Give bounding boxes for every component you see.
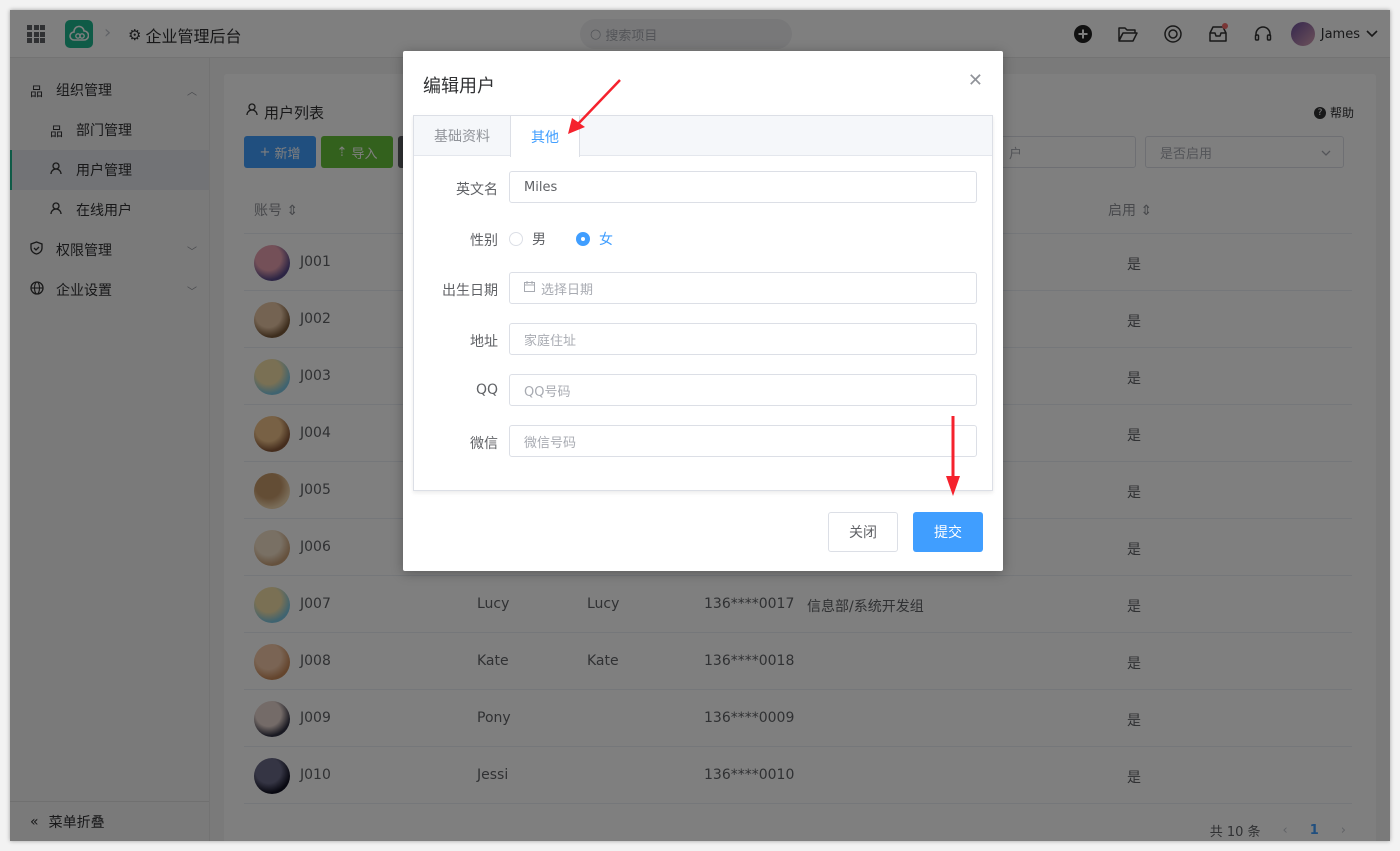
gender-female-radio[interactable]: 女	[576, 229, 613, 249]
birthday-placeholder: 选择日期	[541, 282, 594, 298]
birthday-date-picker[interactable]: 选择日期	[509, 272, 977, 304]
qq-label: QQ	[475, 382, 498, 398]
radio-circle	[576, 232, 590, 246]
gender-row: 性别 男 女	[414, 222, 992, 254]
birthday-label: 出生日期	[442, 283, 498, 299]
submit-button[interactable]: 提交	[913, 512, 983, 552]
gender-label: 性别	[470, 233, 498, 249]
radio-circle	[509, 232, 523, 246]
close-icon[interactable]: ✕	[968, 70, 983, 91]
wechat-row: 微信 微信号码	[414, 425, 992, 457]
gender-radio-group: 男 女	[509, 229, 613, 249]
tab-other[interactable]: 其他	[510, 116, 580, 157]
calendar-icon	[524, 280, 535, 296]
edit-user-dialog: 编辑用户 ✕ 基础资料 其他 英文名 Miles 性别 男 女 出生日期 选择日…	[403, 51, 1003, 571]
english-name-field[interactable]: Miles	[509, 171, 977, 203]
address-row: 地址 家庭住址	[414, 323, 992, 355]
qq-row: QQ QQ号码	[414, 374, 992, 406]
birthday-row: 出生日期 选择日期	[414, 272, 992, 304]
dialog-tabs: 基础资料 其他 英文名 Miles 性别 男 女 出生日期 选择日期 地址 家庭…	[413, 115, 993, 491]
address-label: 地址	[470, 334, 498, 350]
gender-male-label: 男	[532, 232, 546, 248]
close-button[interactable]: 关闭	[828, 512, 898, 552]
wechat-field[interactable]: 微信号码	[509, 425, 977, 457]
gender-male-radio[interactable]: 男	[509, 229, 546, 249]
tab-header: 基础资料 其他	[414, 116, 992, 157]
tab-basic-info[interactable]: 基础资料	[414, 116, 510, 156]
english-name-label: 英文名	[456, 182, 498, 198]
app-window: › ⚙ 企业管理后台 ○ 搜索项目	[10, 10, 1390, 841]
address-field[interactable]: 家庭住址	[509, 323, 977, 355]
gender-female-label: 女	[599, 232, 613, 248]
dialog-title: 编辑用户	[423, 76, 495, 97]
wechat-label: 微信	[470, 436, 498, 452]
qq-field[interactable]: QQ号码	[509, 374, 977, 406]
english-name-row: 英文名 Miles	[414, 171, 992, 203]
